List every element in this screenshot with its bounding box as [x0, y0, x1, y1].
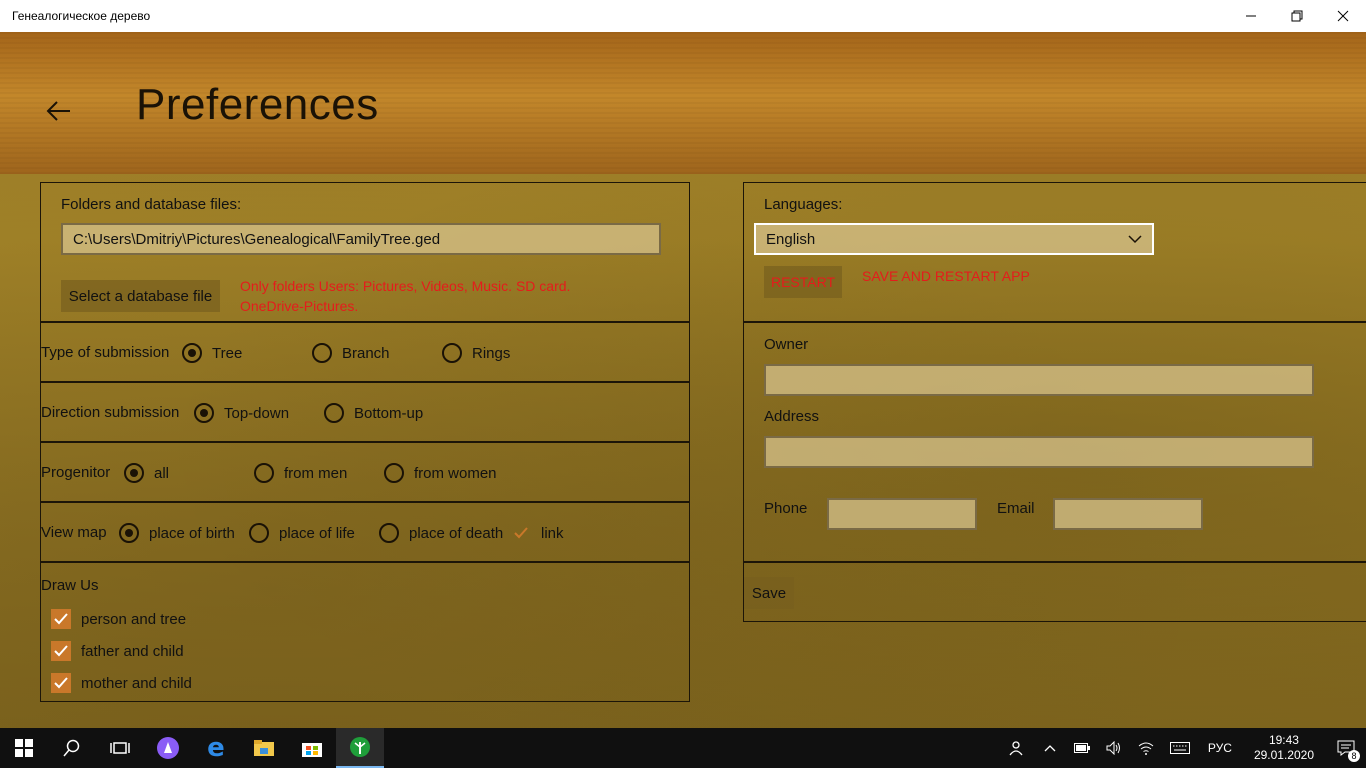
checkmark-icon: [51, 641, 71, 661]
draw-us-panel: Draw Us person and tree father and child…: [40, 562, 690, 702]
progenitor-label: Progenitor: [41, 464, 111, 481]
radio-branch[interactable]: Branch: [312, 343, 390, 363]
radio-all[interactable]: all: [124, 463, 169, 483]
clock-date: 29.01.2020: [1253, 748, 1314, 762]
file-explorer-icon[interactable]: [240, 728, 288, 768]
keyboard-icon[interactable]: [1162, 728, 1198, 768]
input-language[interactable]: РУС: [1208, 741, 1232, 755]
edge-browser-icon[interactable]: e: [192, 728, 240, 768]
close-icon[interactable]: [1320, 0, 1366, 32]
radio-tree[interactable]: Tree: [182, 343, 242, 363]
save-panel: Save: [743, 562, 1366, 622]
email-label: Email: [997, 500, 1035, 517]
radio-bottom-up[interactable]: Bottom-up: [324, 403, 423, 423]
assistant-icon[interactable]: [144, 728, 192, 768]
radio-empty-icon: [254, 463, 274, 483]
arrow-left-icon: [46, 101, 70, 121]
chevron-down-icon: [1128, 235, 1142, 244]
restart-button[interactable]: RESTART: [764, 266, 842, 298]
languages-label: Languages:: [764, 196, 843, 213]
app-content: Preferences Folders and database files: …: [0, 32, 1366, 728]
phone-field[interactable]: [827, 498, 977, 530]
direction-submission-panel: Direction submission Top-down Bottom-up: [40, 382, 690, 442]
radio-place-of-death[interactable]: place of death: [379, 523, 503, 543]
people-icon[interactable]: [998, 728, 1034, 768]
store-icon[interactable]: [288, 728, 336, 768]
checkmark-icon: [51, 609, 71, 629]
volume-icon[interactable]: [1098, 728, 1130, 768]
folders-note-line2: OneDrive-Pictures.: [240, 298, 359, 314]
radio-empty-icon: [312, 343, 332, 363]
task-view-icon[interactable]: [96, 728, 144, 768]
folders-label: Folders and database files:: [61, 196, 242, 213]
windows-start-icon[interactable]: [0, 728, 48, 768]
clock[interactable]: 19:43 29.01.2020: [1254, 733, 1314, 763]
checkmark-icon: [51, 673, 71, 693]
phone-label: Phone: [764, 500, 808, 517]
radio-selected-icon: [182, 343, 202, 363]
owner-panel: Owner Address Phone Email: [743, 322, 1366, 562]
email-field[interactable]: [1053, 498, 1203, 530]
link-checkbox[interactable]: link: [511, 523, 564, 543]
chevron-up-icon[interactable]: [1034, 728, 1066, 768]
genealogy-app-icon[interactable]: [336, 728, 384, 768]
direction-submission-label: Direction submission: [41, 404, 180, 421]
progenitor-panel: Progenitor all from men from women: [40, 442, 690, 502]
notification-center-icon[interactable]: 8: [1326, 728, 1366, 768]
view-map-label: View map: [41, 524, 107, 541]
father-and-child-checkbox[interactable]: father and child: [51, 641, 184, 661]
battery-icon[interactable]: [1066, 728, 1098, 768]
type-of-submission-panel: Type of submission Tree Branch Rings: [40, 322, 690, 382]
wifi-icon[interactable]: [1130, 728, 1162, 768]
folders-panel: Folders and database files: C:\Users\Dmi…: [40, 182, 690, 322]
radio-empty-icon: [324, 403, 344, 423]
radio-empty-icon: [442, 343, 462, 363]
radio-empty-icon: [384, 463, 404, 483]
radio-selected-icon: [124, 463, 144, 483]
radio-from-men[interactable]: from men: [254, 463, 347, 483]
radio-place-of-birth[interactable]: place of birth: [119, 523, 235, 543]
type-of-submission-label: Type of submission: [41, 344, 170, 361]
title-bar: Генеалогическое дерево: [0, 0, 1366, 32]
search-icon[interactable]: [48, 728, 96, 768]
save-button[interactable]: Save: [744, 577, 794, 609]
clock-time: 19:43: [1268, 733, 1299, 747]
radio-rings[interactable]: Rings: [442, 343, 510, 363]
person-and-tree-checkbox[interactable]: person and tree: [51, 609, 186, 629]
draw-us-label: Draw Us: [41, 577, 99, 594]
radio-empty-icon: [379, 523, 399, 543]
taskbar: e РУС 19:43 29.01.2020 8: [0, 728, 1366, 768]
restore-icon[interactable]: [1274, 0, 1320, 32]
back-button[interactable]: [44, 98, 74, 124]
radio-top-down[interactable]: Top-down: [194, 403, 289, 423]
radio-empty-icon: [249, 523, 269, 543]
notification-count-badge: 8: [1348, 750, 1360, 762]
address-label: Address: [764, 408, 820, 425]
radio-place-of-life[interactable]: place of life: [249, 523, 355, 543]
window-title: Генеалогическое дерево: [12, 9, 151, 23]
mother-and-child-checkbox[interactable]: mother and child: [51, 673, 192, 693]
language-select[interactable]: English: [754, 223, 1154, 255]
minimize-icon[interactable]: [1228, 0, 1274, 32]
restart-note: SAVE AND RESTART APP: [862, 268, 1030, 284]
view-map-panel: View map place of birth place of life pl…: [40, 502, 690, 562]
folders-note-line1: Only folders Users: Pictures, Videos, Mu…: [240, 278, 571, 294]
radio-from-women[interactable]: from women: [384, 463, 497, 483]
checkmark-icon: [511, 523, 531, 543]
page-title: Preferences: [136, 80, 379, 129]
select-database-button[interactable]: Select a database file: [61, 280, 220, 312]
languages-panel: Languages: English RESTART SAVE AND REST…: [743, 182, 1366, 322]
address-field[interactable]: [764, 436, 1314, 468]
radio-selected-icon: [119, 523, 139, 543]
owner-label: Owner: [764, 336, 809, 353]
radio-selected-icon: [194, 403, 214, 423]
owner-field[interactable]: [764, 364, 1314, 396]
database-path-field[interactable]: C:\Users\Dmitriy\Pictures\Genealogical\F…: [61, 223, 661, 255]
